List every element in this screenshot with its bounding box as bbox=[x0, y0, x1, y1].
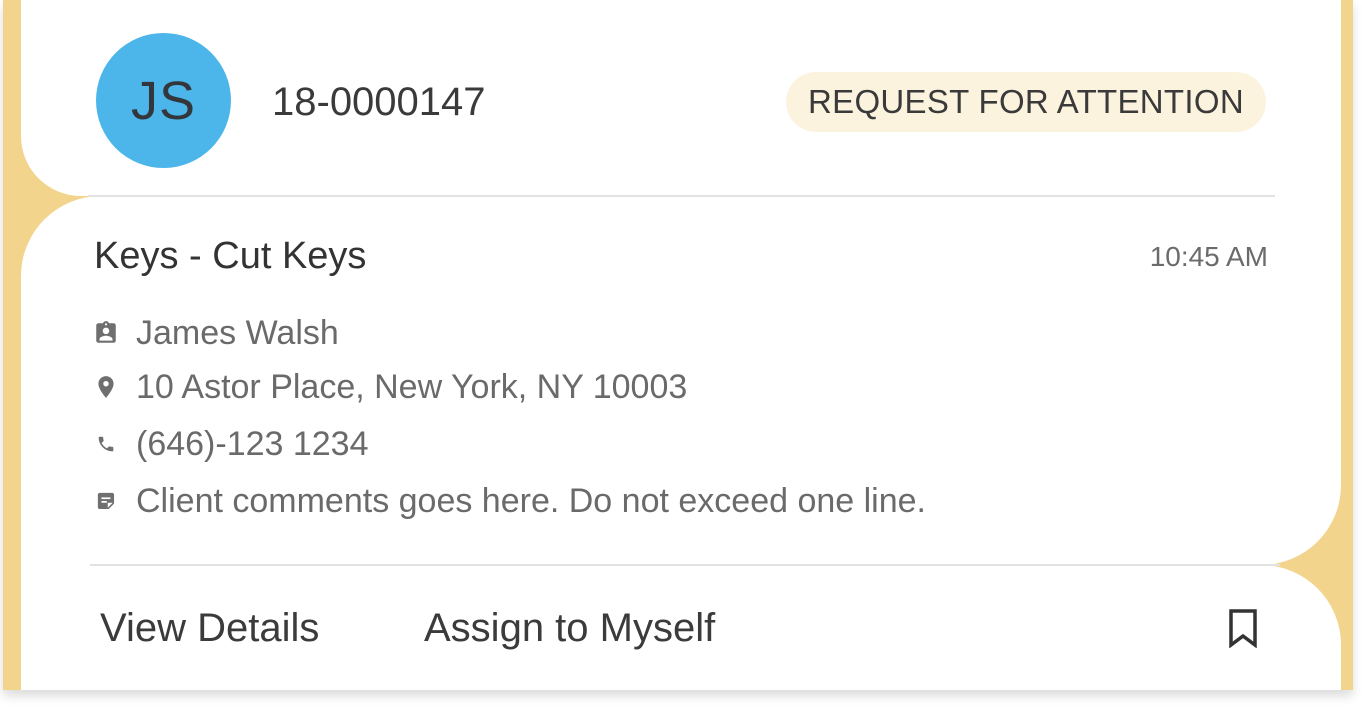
note-icon bbox=[92, 487, 120, 515]
client-name: James Walsh bbox=[136, 313, 339, 352]
address-row: 10 Astor Place, New York, NY 10003 bbox=[92, 367, 687, 407]
client-comment: Client comments goes here. Do not exceed… bbox=[136, 481, 927, 520]
client-phone: (646)-123 1234 bbox=[136, 424, 369, 463]
bookmark-outline-icon bbox=[1229, 609, 1257, 649]
view-details-button[interactable]: View Details bbox=[100, 604, 319, 652]
location-pin-icon bbox=[92, 373, 120, 401]
client-address: 10 Astor Place, New York, NY 10003 bbox=[136, 367, 688, 406]
ticket-card-screen: JS 18-0000147 REQUEST FOR ATTENTION Keys… bbox=[0, 0, 1362, 708]
bookmark-button[interactable] bbox=[1226, 608, 1260, 649]
ticket-time: 10:45 AM bbox=[1149, 241, 1268, 272]
assignment-ind-icon bbox=[92, 319, 120, 347]
comment-row: Client comments goes here. Do not exceed… bbox=[92, 481, 926, 521]
status-badge-label: REQUEST FOR ATTENTION bbox=[808, 83, 1244, 120]
phone-row: (646)-123 1234 bbox=[92, 424, 369, 464]
actions-divider bbox=[90, 564, 1280, 566]
phone-icon bbox=[92, 430, 120, 458]
ticket-id: 18-0000147 bbox=[272, 80, 486, 124]
service-title: Keys - Cut Keys bbox=[94, 235, 367, 277]
header-divider bbox=[88, 195, 1275, 197]
assign-to-myself-button[interactable]: Assign to Myself bbox=[424, 604, 715, 652]
status-badge: REQUEST FOR ATTENTION bbox=[786, 72, 1266, 132]
avatar: JS bbox=[96, 33, 231, 168]
client-name-row: James Walsh bbox=[92, 313, 339, 353]
avatar-initials: JS bbox=[130, 70, 197, 131]
